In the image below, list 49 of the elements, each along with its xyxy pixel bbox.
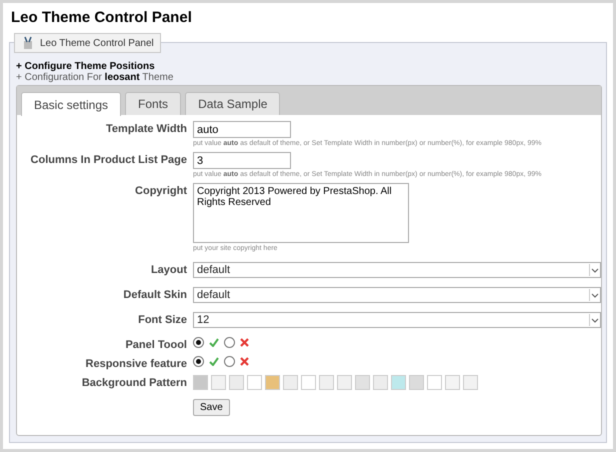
caret-icon	[589, 289, 600, 301]
pattern-swatch[interactable]	[247, 375, 262, 390]
tab[interactable]: Basic settings	[21, 92, 122, 116]
pattern-swatch[interactable]	[373, 375, 388, 390]
pattern-swatch[interactable]	[445, 375, 460, 390]
pattern-swatch[interactable]	[301, 375, 316, 390]
radio-button[interactable]	[193, 337, 204, 348]
tab[interactable]: Fonts	[125, 92, 182, 115]
radio-button[interactable]	[224, 356, 235, 367]
field-label: Responsive feature	[84, 357, 187, 370]
field-label: Copyright	[134, 184, 187, 197]
dropdown[interactable]: 12	[193, 312, 601, 328]
pattern-swatch[interactable]	[193, 375, 208, 390]
caret-icon	[589, 314, 600, 326]
save-button[interactable]: Save	[193, 399, 230, 416]
pattern-swatch[interactable]	[319, 375, 334, 390]
field-label: Font Size	[137, 313, 187, 326]
pattern-swatch[interactable]	[427, 375, 442, 390]
pattern-swatch[interactable]	[337, 375, 352, 390]
field-label: Default Skin	[122, 288, 187, 301]
field-label: Panel Toool	[124, 338, 187, 351]
pattern-swatch[interactable]	[211, 375, 226, 390]
pattern-swatch[interactable]	[229, 375, 244, 390]
radio-button[interactable]	[193, 356, 204, 367]
legend-text: Leo Theme Control Panel	[40, 38, 154, 48]
text-field[interactable]: 3	[193, 152, 291, 169]
dropdown[interactable]: default	[193, 287, 601, 303]
copyright-textarea[interactable]: Copyright 2013 Powered by PrestaShop. All Rights Reserved	[193, 183, 409, 243]
pattern-swatch[interactable]	[391, 375, 406, 390]
radio-button[interactable]	[224, 337, 235, 348]
text-field[interactable]: auto	[193, 121, 291, 138]
paintbrush-icon	[21, 36, 35, 50]
pattern-swatch[interactable]	[283, 375, 298, 390]
field-label: Columns In Product List Page	[30, 153, 187, 166]
config-link[interactable]: + Configuration For leosant Theme	[16, 72, 602, 83]
tab[interactable]: Data Sample	[185, 92, 280, 115]
cross-icon	[240, 357, 249, 366]
pattern-swatch[interactable]	[265, 375, 280, 390]
caret-icon	[589, 264, 600, 276]
pattern-swatch[interactable]	[355, 375, 370, 390]
field-label: Template Width	[105, 122, 187, 135]
cross-icon	[240, 338, 249, 347]
pattern-swatch[interactable]	[409, 375, 424, 390]
pattern-swatch[interactable]	[463, 375, 478, 390]
config-link[interactable]: + Configure Theme Positions	[16, 61, 602, 72]
dropdown[interactable]: default	[193, 262, 601, 278]
field-label: Layout	[150, 263, 187, 276]
page-title: Leo Theme Control Panel	[11, 9, 193, 26]
field-label: Background Pattern	[80, 376, 187, 389]
